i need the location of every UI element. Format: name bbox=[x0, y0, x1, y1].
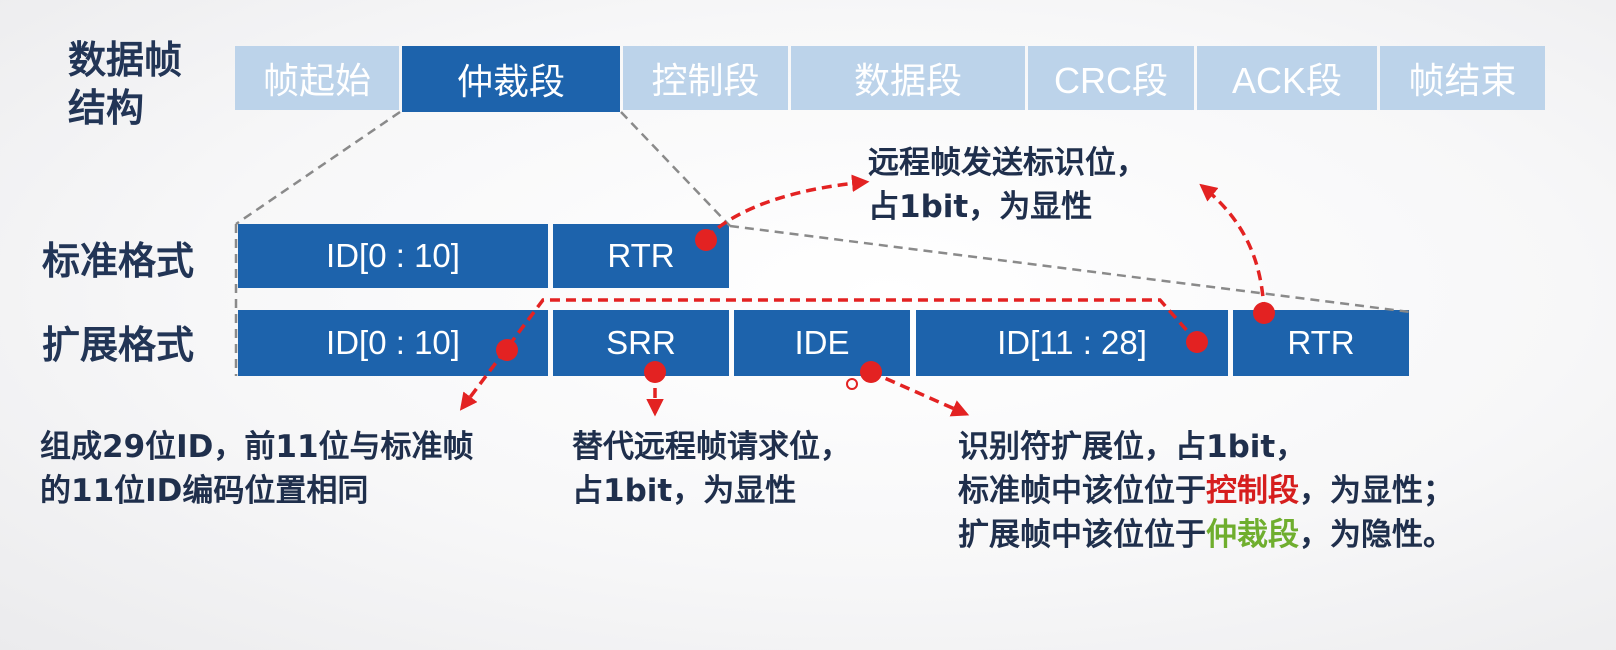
note-ide-line1: 识别符扩展位，占1bit， bbox=[958, 429, 1307, 465]
marker-ext-id-ext bbox=[1186, 331, 1208, 353]
arrow-std-rtr bbox=[704, 174, 870, 240]
marker-std-rtr bbox=[695, 229, 717, 251]
note-ide-line3: 扩展帧中该位位于仲裁段，为隐性。 bbox=[958, 517, 1454, 553]
arrow-ide bbox=[870, 370, 970, 417]
pointer-cursor bbox=[846, 378, 858, 390]
highlight-control-segment: 控制段 bbox=[1206, 473, 1299, 509]
note-rtr: 远程帧发送标识位， 占1bit，为显性 bbox=[868, 145, 1147, 225]
note-ide: 识别符扩展位，占1bit， 标准帧中该位位于控制段，为显性； 扩展帧中该位位于仲… bbox=[958, 425, 1454, 557]
arrow-id-composition bbox=[459, 298, 1199, 411]
marker-ext-srr bbox=[644, 361, 666, 383]
note-srr: 替代远程帧请求位， 占1bit，为显性 bbox=[572, 429, 851, 509]
note-id-composition: 组成29位ID，前11位与标准帧 的11位ID编码位置相同 bbox=[40, 429, 474, 509]
red-markers bbox=[496, 229, 1275, 383]
highlight-arbitration-segment: 仲裁段 bbox=[1206, 517, 1299, 553]
note-ide-line2: 标准帧中该位位于控制段，为显性； bbox=[958, 473, 1454, 509]
marker-ext-rtr bbox=[1253, 302, 1275, 324]
zoom-guide-lines bbox=[234, 110, 1411, 376]
marker-ext-id bbox=[496, 339, 518, 361]
marker-ext-ide bbox=[860, 361, 882, 383]
